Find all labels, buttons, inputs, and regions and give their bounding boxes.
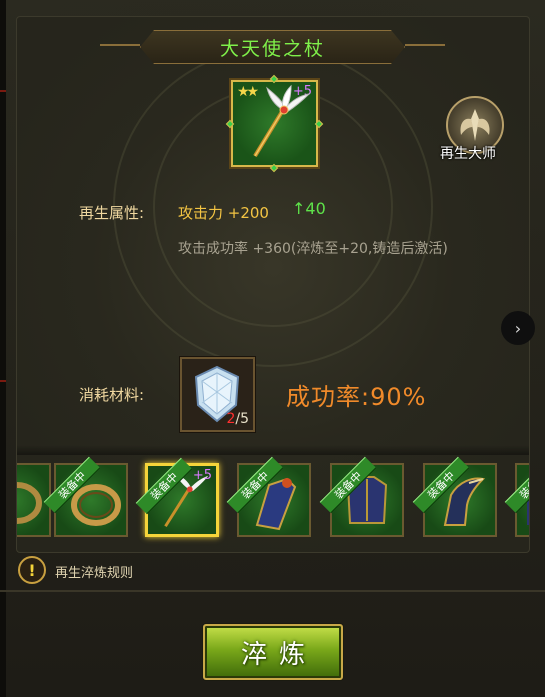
rules-link[interactable]: 再生淬炼规则 [55,562,133,581]
material-label: 消耗材料: [79,386,145,404]
divider [17,445,529,455]
equipment-slot[interactable]: 装备中 [226,456,311,537]
next-arrow-button[interactable]: › [501,311,535,345]
rebirth-master-label: 再生大师 [440,146,496,162]
attr-increase: ↑40 [292,199,326,218]
title-ornament-right [405,44,445,46]
title-ornament-left [100,44,140,46]
refine-button[interactable]: 淬炼 [203,624,343,680]
rebirth-attr-value: 攻击力 +200 [178,204,269,222]
equipment-slot[interactable]: 装备中 [319,456,404,537]
attr-increase-value: 40 [305,199,326,218]
main-item-slot[interactable]: ★★ +5 [229,78,320,169]
rebirth-attr-sub: 攻击成功率 +360(淬炼至+20,铸造后激活) [178,241,448,257]
up-arrow-icon: ↑ [292,199,306,218]
bottom-separator [0,590,545,592]
success-rate: 成功率:90% [286,383,427,411]
material-slot[interactable]: 2/5 [179,356,256,433]
equipment-slot[interactable]: 装备中 [504,456,529,537]
rebirth-attr-label: 再生属性: [79,204,145,222]
material-total: /5 [235,411,249,427]
equipment-slot-selected[interactable]: 装备中 +5 [135,457,219,537]
refine-panel: 大天使之杖 ★★ +5 再生大师 再生属性: 攻击力 +200 ↑40 攻击成功… [0,0,545,697]
warning-icon[interactable]: ! [18,556,46,584]
equipment-strip[interactable]: 装备中 装备中 +5 装备中 装备中 装备中 装备中 [17,455,529,550]
wings-emblem-icon [460,109,490,141]
staff-icon [253,84,311,158]
chevron-right-icon: › [514,318,522,338]
equipment-slot[interactable]: 装备中 [412,456,497,537]
enhance-level: +5 [192,468,212,483]
material-count: 2/5 [226,411,249,427]
equipment-slot[interactable]: 装备中 [43,456,128,537]
title-plate: 大天使之杖 [140,30,405,64]
item-title: 大天使之杖 [219,37,325,60]
left-edge [0,0,6,697]
